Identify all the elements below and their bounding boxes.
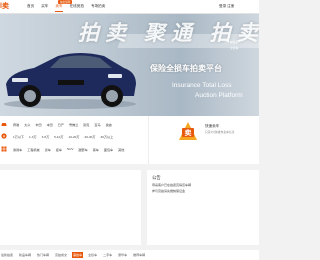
- notice-title: 公告: [152, 175, 161, 180]
- sell-badge-icon: 卖: [179, 122, 197, 140]
- nav-special-auction[interactable]: 专场拍卖: [91, 4, 105, 9]
- tab-recommended[interactable]: 推荐车辆: [132, 252, 146, 258]
- top-navigation-bar: l卖 首页 买车 卖车 在线竞拍 专场拍卖 拍卖保险 登录 注册: [0, 0, 259, 14]
- nav-home[interactable]: 首页: [27, 4, 34, 9]
- svg-text:¥: ¥: [3, 134, 5, 138]
- banner-english-line-1: Insurance Total Loss: [172, 82, 232, 89]
- price-option[interactable]: 1万以下: [13, 134, 24, 139]
- category-option[interactable]: SUV: [67, 147, 73, 151]
- category-option[interactable]: 工程机械: [27, 147, 39, 152]
- price-option[interactable]: 30万以上: [101, 134, 114, 139]
- promo-title: 快速卖车: [205, 124, 220, 128]
- brand-option[interactable]: 本田: [47, 122, 53, 127]
- hot-badge: 拍卖保险: [58, 0, 73, 4]
- category-option[interactable]: 越野车: [78, 147, 87, 152]
- brand-filter-row: 奔驰 大众 丰田 本田 日产 雪佛兰 别克 宝马 奥迪: [0, 120, 117, 128]
- tab-hot[interactable]: 热门车辆: [36, 252, 50, 258]
- category-option[interactable]: 面包车: [104, 147, 113, 152]
- category-filter-row: 乘用车 工程机械 货车 挂车 SUV 越野车 客车 面包车 其他: [0, 145, 129, 153]
- vehicle-filter-panel: 奔驰 大众 丰田 本田 日产 雪佛兰 别克 宝马 奥迪 ¥ 1万以下 1-3万 …: [0, 116, 148, 164]
- tab-total-loss[interactable]: 全损车: [87, 252, 98, 258]
- svg-text:卖: 卖: [185, 128, 192, 137]
- promo-text: 只需1分钟发布卖车信息: [205, 130, 235, 134]
- category-option[interactable]: 其他: [118, 147, 124, 152]
- category-option[interactable]: 货车: [45, 147, 51, 152]
- site-logo[interactable]: l卖: [0, 1, 9, 11]
- auction-panel: [0, 170, 141, 245]
- price-option[interactable]: 5-10万: [54, 134, 63, 139]
- tab-accident[interactable]: 事故车: [72, 252, 84, 258]
- category-option[interactable]: 挂车: [56, 147, 62, 152]
- notice-item[interactable]: 恭喜客户已在拍卖竞得该车辆: [152, 183, 191, 187]
- brand-option[interactable]: 奥迪: [106, 122, 112, 127]
- price-option[interactable]: 1-3万: [29, 134, 37, 139]
- price-option[interactable]: 10-20万: [68, 134, 79, 139]
- tab-new[interactable]: 新品车辆: [18, 252, 32, 258]
- hero-banner[interactable]: 拍卖 聚通 拍卖 二手车拍卖 全损车 保险全损车拍卖平台 Insurance T…: [0, 14, 259, 116]
- price-icon: ¥: [0, 133, 7, 140]
- brand-option[interactable]: 雪佛兰: [69, 122, 78, 127]
- tab-used[interactable]: 二手车: [102, 252, 113, 258]
- notice-item[interactable]: 参与竞拍请先缴纳保证金: [152, 189, 185, 193]
- banner-subtitle: 保险全损车拍卖平台: [150, 64, 222, 73]
- price-option[interactable]: 20-30万: [84, 134, 95, 139]
- car-icon: [0, 121, 7, 128]
- banner-small-label-2: 全损车: [230, 46, 239, 50]
- brand-option[interactable]: 别克: [83, 122, 89, 127]
- nav-buy-car[interactable]: 买车: [41, 4, 48, 9]
- category-option[interactable]: 乘用车: [13, 147, 22, 152]
- banner-english-line-2: Auction Platform: [195, 92, 243, 99]
- quick-sell-promo[interactable]: 卖 快速卖车 只需1分钟发布卖车信息: [148, 116, 259, 164]
- tab-luxury[interactable]: 豪华车: [117, 252, 128, 258]
- login-register-link[interactable]: 登录 注册: [219, 4, 234, 9]
- brand-option[interactable]: 宝马: [94, 122, 100, 127]
- brand-option[interactable]: 大众: [24, 122, 30, 127]
- listing-tabs: 最新拍卖 新品车辆 热门车辆 竞拍成交 事故车 全损车 二手车 豪华车 推荐车辆: [0, 250, 259, 260]
- nav-online-auction[interactable]: 在线竞拍: [70, 4, 84, 9]
- main-nav: 首页 买车 卖车 在线竞拍 专场拍卖: [27, 4, 112, 12]
- brand-option[interactable]: 丰田: [35, 122, 41, 127]
- banner-small-label: 二手车拍卖: [224, 40, 238, 44]
- price-filter-row: ¥ 1万以下 1-3万 3-5万 5-10万 10-20万 20-30万 30万…: [0, 132, 118, 140]
- price-option[interactable]: 3-5万: [42, 134, 50, 139]
- tab-sold[interactable]: 竞拍成交: [54, 252, 68, 258]
- brand-option[interactable]: 奔驰: [13, 122, 19, 127]
- car-image: [4, 53, 136, 109]
- tab-latest[interactable]: 最新拍卖: [0, 252, 14, 258]
- category-icon: [0, 146, 7, 153]
- notice-panel: 公告 恭喜客户已在拍卖竞得该车辆 参与竞拍请先缴纳保证金: [147, 170, 259, 245]
- brand-option[interactable]: 日产: [58, 122, 64, 127]
- category-option[interactable]: 客车: [93, 147, 99, 152]
- nav-sell-car[interactable]: 卖车: [55, 4, 63, 12]
